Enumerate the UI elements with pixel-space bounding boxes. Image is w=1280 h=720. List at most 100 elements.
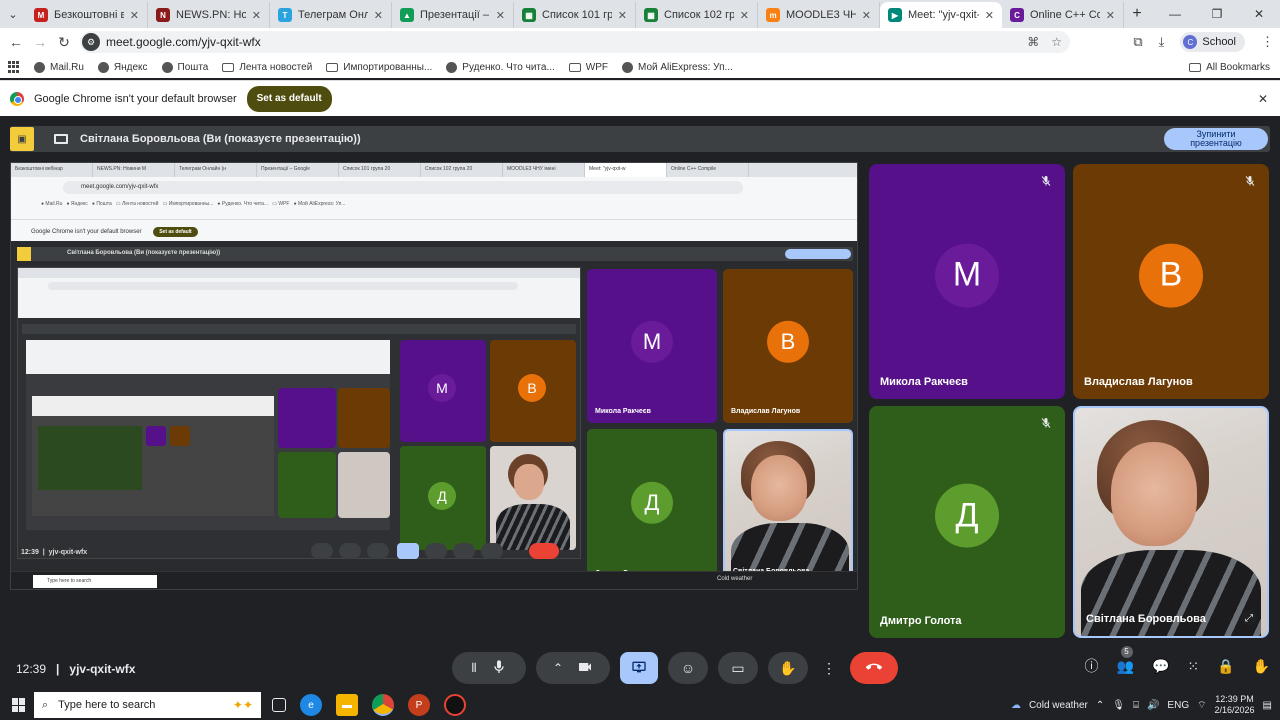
site-icon (622, 61, 633, 73)
browser-tab[interactable]: ▦ Список 102 група 20 ✕ (636, 2, 758, 28)
volume-icon[interactable]: 🔊 (1147, 700, 1159, 711)
bookmark-item[interactable]: Пошта (161, 61, 208, 73)
tab-close-icon[interactable]: ✕ (618, 9, 627, 22)
bookmark-star-icon[interactable]: ☆ (1051, 35, 1062, 49)
bookmark-item[interactable]: Яндекс (97, 61, 148, 73)
powerpoint-icon[interactable]: P (408, 694, 430, 716)
shared-browser-chrome: Безкоштовні вебінар NEWS.PN: Новини М Теле… (11, 163, 857, 241)
compiler-icon: C (1010, 8, 1024, 22)
raise-hand-indicator-icon: ✋ (1252, 657, 1270, 674)
stop-presenting-button[interactable]: Зупинити презентацію (1164, 128, 1268, 150)
browser-tab[interactable]: ▶ Meet: "yjv-qxit-w ✕ (880, 2, 1002, 28)
reload-icon[interactable]: ↻ (52, 34, 76, 51)
leave-call-button[interactable] (850, 652, 898, 684)
present-button[interactable] (620, 652, 658, 684)
tab-close-icon[interactable]: ✕ (862, 9, 871, 22)
apps-grid-icon[interactable] (8, 61, 20, 73)
bookmark-label: WPF (585, 61, 608, 73)
infobar-message: Google Chrome isn't your default browser (34, 92, 237, 105)
bookmark-item[interactable]: WPF (568, 61, 608, 73)
more-menu-icon[interactable]: ⋮ (1261, 34, 1274, 50)
more-options-button[interactable]: ⋮ (818, 652, 840, 684)
minimize-icon[interactable]: — (1154, 0, 1196, 28)
clock[interactable]: 12:39 PM 2/16/2026 (1215, 694, 1255, 716)
downloads-icon[interactable]: ⤓ (1159, 34, 1165, 50)
chrome-icon[interactable] (372, 694, 394, 716)
participant-tile-mykola[interactable]: М Микола Ракчеєв (869, 164, 1065, 399)
forward-icon[interactable]: → (28, 34, 52, 50)
site-info-icon[interactable]: ⚙ (82, 33, 100, 51)
tab-close-icon[interactable]: ✕ (252, 9, 261, 22)
weather-icon[interactable]: ☁ (1011, 700, 1021, 711)
tab-close-icon[interactable]: ✕ (496, 9, 505, 22)
bookmark-item[interactable]: Импортированны... (326, 62, 432, 73)
bookmark-item[interactable]: Лента новостей (222, 62, 312, 73)
system-tray: ☁ Cold weather ⌃ 🎙 ⌸ 🔊 ENG ⌔ 12:39 PM 2/… (1011, 690, 1280, 720)
info-icon[interactable]: ⓘ (1085, 656, 1099, 676)
participant-tile-svitlana[interactable]: Світлана Боровльова ⤢ (1073, 406, 1269, 638)
language-indicator[interactable]: ENG (1167, 700, 1189, 711)
bookmark-label: Лента новостей (239, 61, 313, 73)
all-bookmarks-button[interactable]: All Bookmarks (1189, 62, 1270, 73)
bookmark-item[interactable]: Мой AliExpress: Уп... (622, 61, 733, 73)
participant-name: Микола Ракчеєв (880, 376, 968, 388)
tab-close-icon[interactable]: ✕ (374, 9, 383, 22)
weather-text[interactable]: Cold weather (1029, 700, 1088, 711)
maximize-icon[interactable]: ❐ (1196, 0, 1238, 28)
translate-icon[interactable]: ⌘ (1027, 35, 1039, 49)
address-bar[interactable]: ⚙ meet.google.com/yjv-qxit-wfx ⌘ ☆ (80, 31, 1070, 53)
network-icon[interactable]: ⌸ (1133, 700, 1139, 711)
site-icon (97, 61, 109, 73)
participant-tile-vladyslav[interactable]: В Владислав Лагунов (1073, 164, 1269, 399)
chat-icon[interactable]: 💬 (1152, 658, 1169, 675)
people-button[interactable]: 👥 5 (1117, 645, 1134, 675)
bookmark-item[interactable]: Руденко. Что чита... (446, 61, 555, 73)
mic-button[interactable]: ⫴ (452, 652, 526, 684)
taskbar-search[interactable]: ⌕ Type here to search ✦✦ (34, 692, 261, 718)
camera-button[interactable]: ⌃ (536, 652, 610, 684)
raise-hand-button[interactable]: ✋ (768, 652, 808, 684)
profile-button[interactable]: C School (1180, 32, 1245, 52)
extensions-icon[interactable]: ⧉ (1133, 34, 1142, 50)
sheets-icon: ▦ (522, 8, 536, 22)
tab-close-icon[interactable]: ✕ (130, 9, 139, 22)
record-icon[interactable] (444, 694, 466, 716)
emoji-button[interactable]: ☺ (668, 652, 708, 684)
meet-icon: ▶ (888, 8, 902, 22)
tab-close-icon[interactable]: ✕ (985, 9, 994, 22)
browser-tab[interactable]: m MOODLE3 ЧНУ імені ✕ (758, 2, 880, 28)
bookmark-item[interactable]: Mail.Ru (34, 61, 84, 73)
browser-tab[interactable]: N NEWS.PN: Новини М ✕ (148, 2, 270, 28)
participant-tile-dmytro[interactable]: Д Дмитро Голота (869, 406, 1065, 638)
close-icon[interactable]: ✕ (1238, 0, 1280, 28)
host-controls-icon[interactable]: 🔒 (1217, 658, 1234, 675)
browser-tab[interactable]: ▦ Список 101 група 20 ✕ (514, 2, 636, 28)
windows-start-icon[interactable] (12, 698, 26, 712)
notifications-icon[interactable]: ▤ (1263, 700, 1272, 711)
browser-tab[interactable]: ▲ Презентації – Google ✕ (392, 2, 514, 28)
shared-tab: Безкоштовні вебінар (11, 163, 93, 177)
set-default-button[interactable]: Set as default (246, 85, 332, 112)
wifi-icon[interactable]: ⌔ (1197, 699, 1206, 712)
file-explorer-icon[interactable]: ▬ (336, 694, 358, 716)
captions-button[interactable]: ▭ (718, 652, 758, 684)
edge-icon[interactable]: e (300, 694, 322, 716)
back-icon[interactable]: ← (4, 34, 28, 50)
mic-tray-icon[interactable]: 🎙 (1112, 700, 1125, 711)
tab-search-button[interactable]: ⌄ (0, 3, 26, 25)
browser-tab[interactable]: M Безкоштовні вебінар ✕ (26, 2, 148, 28)
tab-close-icon[interactable]: ✕ (1106, 9, 1115, 22)
tab-close-icon[interactable]: ✕ (740, 9, 749, 22)
activities-icon[interactable]: ⁙ (1187, 658, 1199, 675)
new-tab-button[interactable]: + (1124, 5, 1150, 23)
bookmark-label: Mail.Ru (50, 61, 84, 73)
browser-tab[interactable]: T Телеграм Онлайн (н ✕ (270, 2, 392, 28)
browser-tab[interactable]: C Online C++ Compile ✕ (1002, 2, 1124, 28)
infobar-close-icon[interactable]: ✕ (1258, 92, 1268, 106)
sparkle-icon: ✦✦ (232, 698, 253, 712)
task-view-icon[interactable] (272, 698, 286, 712)
tray-up-icon[interactable]: ⌃ (1096, 700, 1104, 711)
default-browser-infobar: Google Chrome isn't your default browser… (0, 80, 1280, 116)
presentation-off-icon[interactable]: ▣ (10, 127, 34, 151)
expand-icon[interactable]: ⤢ (1241, 610, 1257, 626)
